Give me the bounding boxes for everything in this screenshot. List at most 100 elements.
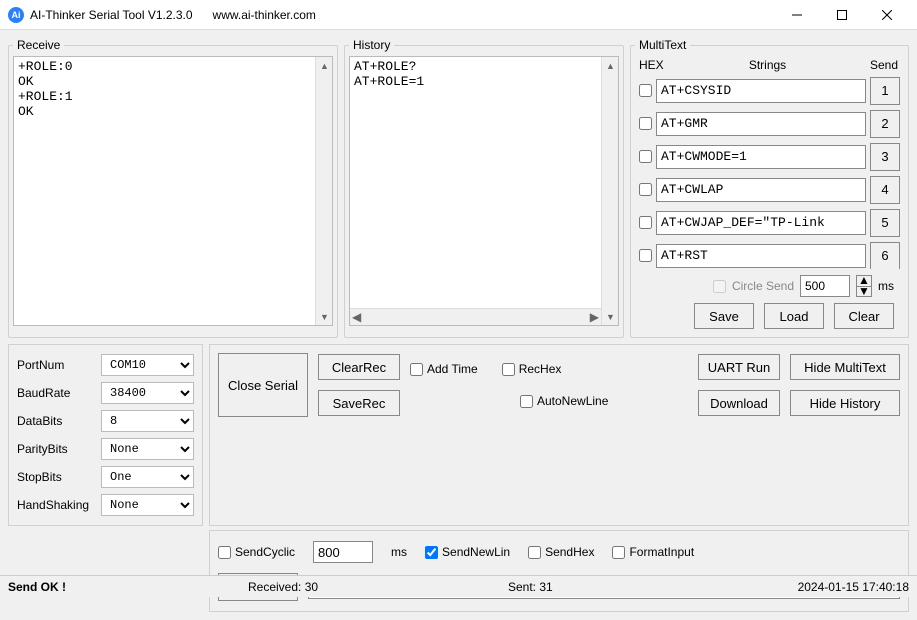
multitext-row: 5: [635, 206, 904, 239]
status-received: Received: 30: [248, 580, 508, 594]
status-time: 2024-01-15 17:40:18: [798, 580, 909, 594]
multitext-legend: MultiText: [635, 38, 690, 52]
receive-textarea[interactable]: +ROLE:0 OK +ROLE:1 OK: [14, 57, 315, 325]
history-textarea[interactable]: AT+ROLE? AT+ROLE=1: [350, 57, 601, 308]
send-panel: SendCyclic ms SendNewLin SendHex FormatI…: [209, 530, 909, 612]
scroll-down-icon[interactable]: ▼: [316, 308, 333, 325]
multitext-hex-checkbox[interactable]: [639, 117, 652, 130]
port-portnum-select[interactable]: COM10: [101, 354, 194, 376]
save-rec-button[interactable]: SaveRec: [318, 390, 400, 416]
receive-panel: Receive +ROLE:0 OK +ROLE:1 OK ▲ ▼: [8, 38, 338, 338]
window-title: AI-Thinker Serial Tool V1.2.3.0: [30, 8, 193, 22]
multitext-hex-checkbox[interactable]: [639, 84, 652, 97]
scroll-down-icon[interactable]: ▼: [602, 308, 619, 325]
history-hscrollbar[interactable]: ◀▶: [350, 308, 601, 325]
uart-run-button[interactable]: UART Run: [698, 354, 780, 380]
download-button[interactable]: Download: [698, 390, 780, 416]
multitext-cmd-input[interactable]: [656, 112, 866, 136]
port-handshaking-select[interactable]: None: [101, 494, 194, 516]
send-newline-checkbox[interactable]: SendNewLin: [425, 545, 510, 559]
circle-interval-spinner[interactable]: ▲▼: [856, 275, 872, 297]
window-url: www.ai-thinker.com: [213, 8, 316, 22]
port-label: HandShaking: [17, 498, 97, 512]
format-input-checkbox[interactable]: FormatInput: [612, 545, 694, 559]
port-stopbits-select[interactable]: One: [101, 466, 194, 488]
port-label: BaudRate: [17, 386, 97, 400]
port-setting-row: StopBits One: [17, 463, 194, 491]
multitext-row: 1: [635, 74, 904, 107]
multitext-hex-checkbox[interactable]: [639, 183, 652, 196]
multitext-send-button-4[interactable]: 4: [870, 176, 900, 204]
multitext-row: 4: [635, 173, 904, 206]
clear-rec-button[interactable]: ClearRec: [318, 354, 400, 380]
history-panel: History AT+ROLE? AT+ROLE=1 ▲ ▼ ◀▶: [344, 38, 624, 338]
circle-unit-label: ms: [878, 279, 894, 293]
port-setting-row: BaudRate 38400: [17, 379, 194, 407]
port-setting-row: HandShaking None: [17, 491, 194, 519]
app-logo-icon: Ai: [8, 7, 24, 23]
send-ms-label: ms: [391, 545, 407, 559]
header-send: Send: [868, 58, 900, 72]
multitext-hex-checkbox[interactable]: [639, 249, 652, 262]
maximize-button[interactable]: [819, 1, 864, 29]
send-cyclic-checkbox[interactable]: SendCyclic: [218, 545, 295, 559]
header-hex: HEX: [639, 58, 667, 72]
history-scrollbar[interactable]: ▲ ▼: [601, 57, 618, 325]
circle-send-checkbox[interactable]: [713, 280, 726, 293]
multitext-cmd-input[interactable]: [656, 145, 866, 169]
port-label: ParityBits: [17, 442, 97, 456]
status-bar: Send OK ! Received: 30 Sent: 31 2024-01-…: [0, 575, 917, 597]
multitext-hex-checkbox[interactable]: [639, 216, 652, 229]
port-setting-row: DataBits 8: [17, 407, 194, 435]
receive-legend: Receive: [13, 38, 64, 52]
send-interval-input[interactable]: [313, 541, 373, 563]
titlebar: Ai AI-Thinker Serial Tool V1.2.3.0 www.a…: [0, 0, 917, 30]
multitext-send-button-3[interactable]: 3: [870, 143, 900, 171]
multitext-send-button-2[interactable]: 2: [870, 110, 900, 138]
auto-newline-checkbox[interactable]: AutoNewLine: [520, 394, 608, 408]
scroll-up-icon[interactable]: ▲: [316, 57, 333, 74]
multitext-send-button-6[interactable]: 6: [870, 242, 900, 270]
multitext-row: 6: [635, 239, 904, 269]
minimize-button[interactable]: [774, 1, 819, 29]
multitext-cmd-input[interactable]: [656, 178, 866, 202]
multitext-send-button-1[interactable]: 1: [870, 77, 900, 105]
header-strings: Strings: [667, 58, 868, 72]
receive-scrollbar[interactable]: ▲ ▼: [315, 57, 332, 325]
multitext-cmd-input[interactable]: [656, 211, 866, 235]
status-message: Send OK !: [8, 580, 248, 594]
scroll-up-icon[interactable]: ▲: [602, 57, 619, 74]
circle-interval-input[interactable]: [800, 275, 850, 297]
close-serial-button[interactable]: Close Serial: [218, 353, 308, 417]
close-button[interactable]: [864, 1, 909, 29]
add-time-checkbox[interactable]: Add Time: [410, 362, 478, 376]
multitext-save-button[interactable]: Save: [694, 303, 754, 329]
port-settings-panel: PortNum COM10BaudRate 38400DataBits 8Par…: [8, 344, 203, 526]
multitext-panel: MultiText HEX Strings Send 1 2 3 4 5 6 C…: [630, 38, 909, 338]
port-setting-row: PortNum COM10: [17, 351, 194, 379]
multitext-clear-button[interactable]: Clear: [834, 303, 894, 329]
hide-history-button[interactable]: Hide History: [790, 390, 900, 416]
hide-multitext-button[interactable]: Hide MultiText: [790, 354, 900, 380]
multitext-row: 2: [635, 107, 904, 140]
port-setting-row: ParityBits None: [17, 435, 194, 463]
control-panel: Close Serial ClearRec SaveRec Add Time R…: [209, 344, 909, 526]
port-label: DataBits: [17, 414, 97, 428]
history-legend: History: [349, 38, 394, 52]
rec-hex-checkbox[interactable]: RecHex: [502, 362, 562, 376]
send-hex-checkbox[interactable]: SendHex: [528, 545, 594, 559]
multitext-send-button-5[interactable]: 5: [870, 209, 900, 237]
port-label: PortNum: [17, 358, 97, 372]
status-sent: Sent: 31: [508, 580, 798, 594]
multitext-cmd-input[interactable]: [656, 79, 866, 103]
port-label: StopBits: [17, 470, 97, 484]
multitext-header: HEX Strings Send: [635, 56, 904, 74]
multitext-load-button[interactable]: Load: [764, 303, 824, 329]
multitext-hex-checkbox[interactable]: [639, 150, 652, 163]
port-baudrate-select[interactable]: 38400: [101, 382, 194, 404]
multitext-cmd-input[interactable]: [656, 244, 866, 268]
circle-send-label: Circle Send: [732, 279, 794, 293]
port-paritybits-select[interactable]: None: [101, 438, 194, 460]
port-databits-select[interactable]: 8: [101, 410, 194, 432]
multitext-row: 3: [635, 140, 904, 173]
